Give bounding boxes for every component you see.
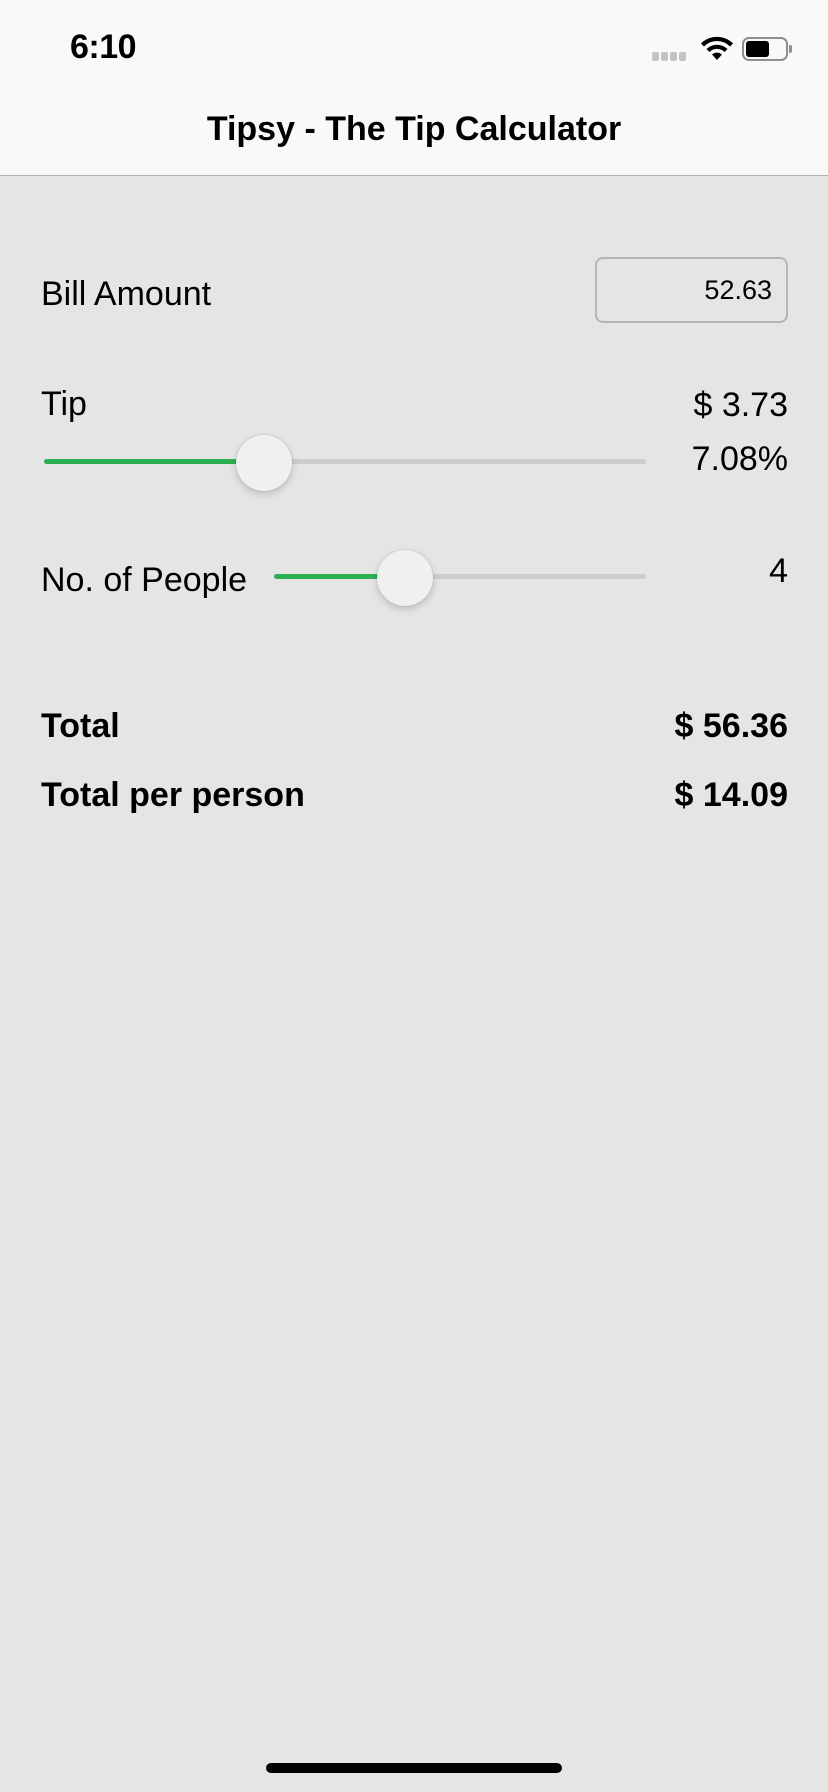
tip-amount: $ 3.73 (693, 386, 788, 424)
bill-amount-input[interactable]: 52.63 (595, 257, 788, 323)
battery-icon (742, 37, 792, 61)
total-value: $ 56.36 (674, 707, 788, 745)
people-label: No. of People (41, 561, 248, 599)
home-indicator[interactable] (266, 1763, 562, 1773)
people-slider[interactable] (274, 550, 646, 606)
bill-amount-label: Bill Amount (41, 275, 212, 313)
navigation-bar: 6:10 Tipsy - The Tip Calculator (0, 0, 828, 176)
total-per-person-label: Total per person (41, 776, 305, 814)
tip-label: Tip (41, 385, 87, 423)
signal-dots-icon (652, 52, 690, 62)
people-slider-thumb[interactable] (377, 550, 433, 606)
tip-slider-fill (44, 459, 264, 464)
status-time: 6:10 (70, 28, 137, 66)
total-per-person-value: $ 14.09 (674, 776, 788, 814)
tip-slider[interactable] (44, 435, 646, 491)
total-label: Total (41, 707, 120, 745)
wifi-icon (701, 36, 733, 60)
page-title: Tipsy - The Tip Calculator (206, 110, 622, 148)
tip-slider-thumb[interactable] (236, 435, 292, 491)
tip-calculator-screen: 6:10 Tipsy - The Tip Calculator Bill Amo… (0, 0, 828, 1792)
